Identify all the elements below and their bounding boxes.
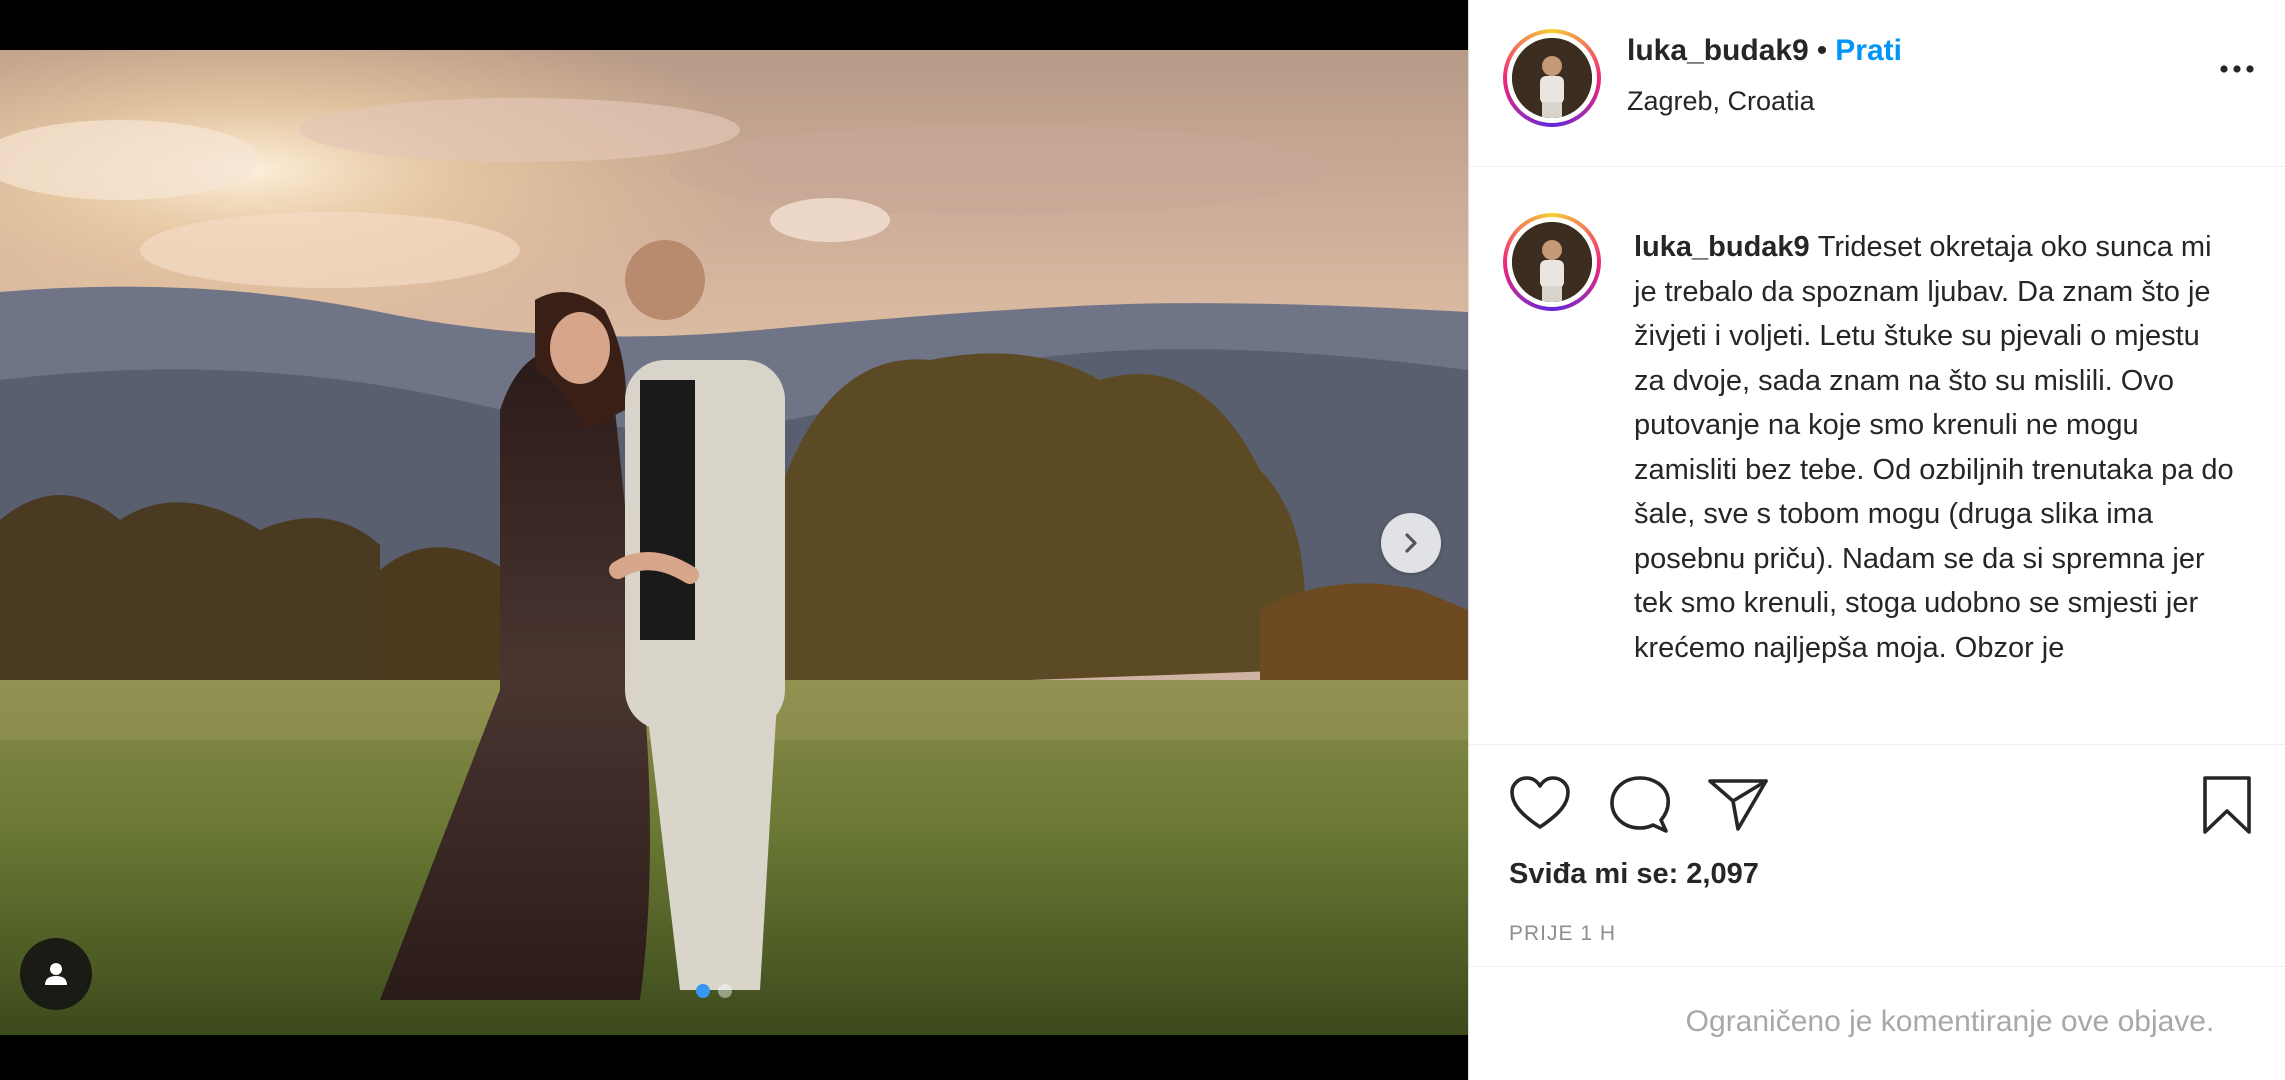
profile-picture: [1512, 38, 1592, 118]
like-button[interactable]: [1509, 775, 1571, 836]
paper-plane-icon: [1708, 779, 1768, 831]
share-button[interactable]: [1707, 775, 1769, 838]
bullet-separator: •: [1816, 34, 1828, 67]
carousel-dot: [718, 984, 732, 998]
header-user-row: luka_budak9 • Prati: [1627, 34, 1902, 68]
post-timestamp[interactable]: PRIJE 1 H: [1509, 922, 1616, 946]
user-tag-icon: [45, 963, 67, 985]
couple-photo: [0, 50, 1468, 1035]
comment-icon: [1610, 776, 1671, 833]
comment-button[interactable]: [1609, 775, 1671, 840]
post-header: luka_budak9 • Prati Zagreb, Croatia: [1469, 0, 2285, 167]
comments-disabled-notice: Ograničeno je komentiranje ove objave.: [1469, 966, 2285, 1080]
caption-avatar[interactable]: [1503, 213, 1601, 311]
post-info-panel: luka_budak9 • Prati Zagreb, Croatia luka…: [1468, 0, 2285, 1080]
profile-picture: [1512, 222, 1592, 302]
bookmark-icon: [2203, 776, 2251, 834]
follow-button[interactable]: Prati: [1835, 34, 1902, 68]
heart-icon: [1510, 776, 1570, 829]
post-photo[interactable]: [0, 50, 1468, 1035]
save-button[interactable]: [2201, 775, 2253, 840]
likes-count[interactable]: Sviđa mi se: 2,097: [1509, 858, 1759, 891]
carousel-indicator: [696, 984, 732, 998]
post-media: [0, 0, 1468, 1080]
more-options-icon: [2220, 65, 2254, 73]
chevron-right-icon: [1405, 533, 1417, 553]
carousel-dot-active: [696, 984, 710, 998]
caption-section: luka_budak9 Trideset okretaja oko sunca m…: [1469, 167, 2285, 745]
action-bar: [1469, 745, 2285, 845]
post-location[interactable]: Zagreb, Croatia: [1627, 86, 1815, 117]
caption-body: Trideset okretaja oko sunca mi je trebal…: [1634, 231, 2234, 664]
next-slide-button[interactable]: [1381, 513, 1441, 573]
more-options-button[interactable]: [2219, 62, 2255, 80]
avatar[interactable]: [1503, 29, 1601, 127]
tagged-users-button[interactable]: [20, 938, 92, 1010]
caption-text: luka_budak9 Trideset okretaja oko sunca m…: [1634, 225, 2234, 670]
post-username[interactable]: luka_budak9: [1627, 34, 1809, 68]
caption-username[interactable]: luka_budak9: [1634, 231, 1810, 263]
